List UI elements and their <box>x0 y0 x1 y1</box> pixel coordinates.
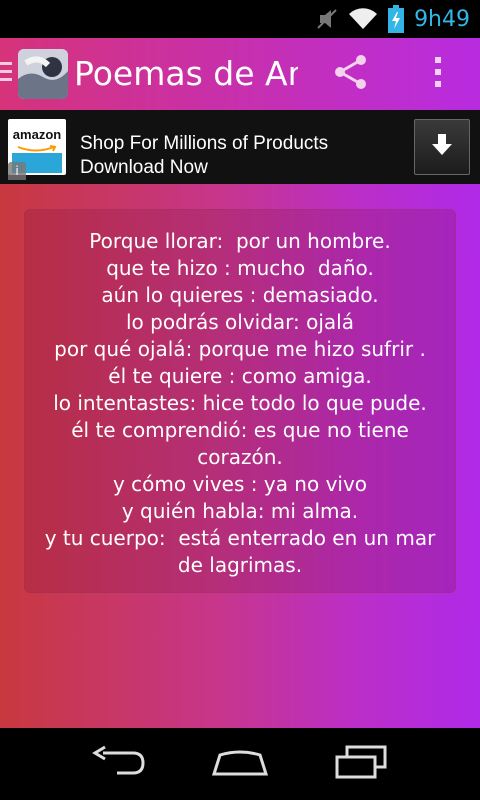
ad-download-button[interactable] <box>414 119 470 175</box>
back-button[interactable] <box>84 742 154 786</box>
poem-line: de lagrimas. <box>177 553 303 577</box>
ad-logo-text: amazon <box>12 127 62 142</box>
overflow-menu-button[interactable] <box>418 54 458 94</box>
poem-line: por qué ojalá: porque me hizo sufrir . <box>54 337 426 361</box>
app-title: Poemas de Ami <box>74 54 298 93</box>
poem-line: aún lo quieres : demasiado. <box>101 283 379 307</box>
ad-info-icon[interactable]: i <box>8 162 26 180</box>
drawer-icon[interactable] <box>0 62 14 86</box>
ad-banner[interactable]: amazon i Shop For Millions of Products D… <box>0 110 480 184</box>
battery-charging-icon <box>388 5 405 33</box>
poem-line: Porque llorar: por un hombre. <box>89 229 391 253</box>
poem-line: que te hizo : mucho daño. <box>106 256 374 280</box>
ad-text[interactable]: Shop For Millions of Products Download N… <box>80 132 400 174</box>
mute-icon <box>316 7 338 31</box>
wifi-icon <box>348 7 378 31</box>
download-icon <box>428 131 456 163</box>
navigation-bar <box>0 728 480 800</box>
poem-line: él te quiere : como amiga. <box>108 364 372 388</box>
share-button[interactable] <box>326 54 376 94</box>
poem-line: lo intentastes: hice todo lo que pude. <box>53 391 427 415</box>
back-icon <box>91 745 147 783</box>
poem-card: Porque llorar: por un hombre. que te hizo… <box>24 209 456 593</box>
poem-line: lo podrás olvidar: ojalá <box>126 310 354 334</box>
status-bar: 9h49 <box>0 0 480 38</box>
overflow-menu-icon <box>433 55 443 93</box>
home-button[interactable] <box>205 742 275 786</box>
poem-line: y cómo vives : ya no vivo <box>112 472 368 496</box>
main-content: Porque llorar: por un hombre. que te hizo… <box>0 184 480 728</box>
poem-line: él te comprendió: es que no tiene <box>71 418 409 442</box>
app-icon[interactable] <box>18 49 68 99</box>
action-bar: Poemas de Ami <box>0 38 480 110</box>
share-icon <box>331 52 371 96</box>
poem-line: y quién habla: mi alma. <box>121 499 359 523</box>
poem-line: y tu cuerpo: está enterrado en un mar <box>44 526 436 550</box>
recents-button[interactable] <box>326 742 396 786</box>
home-icon <box>211 747 269 781</box>
recents-icon <box>333 745 389 783</box>
status-time: 9h49 <box>414 6 470 32</box>
poem-line: corazón. <box>197 445 283 469</box>
